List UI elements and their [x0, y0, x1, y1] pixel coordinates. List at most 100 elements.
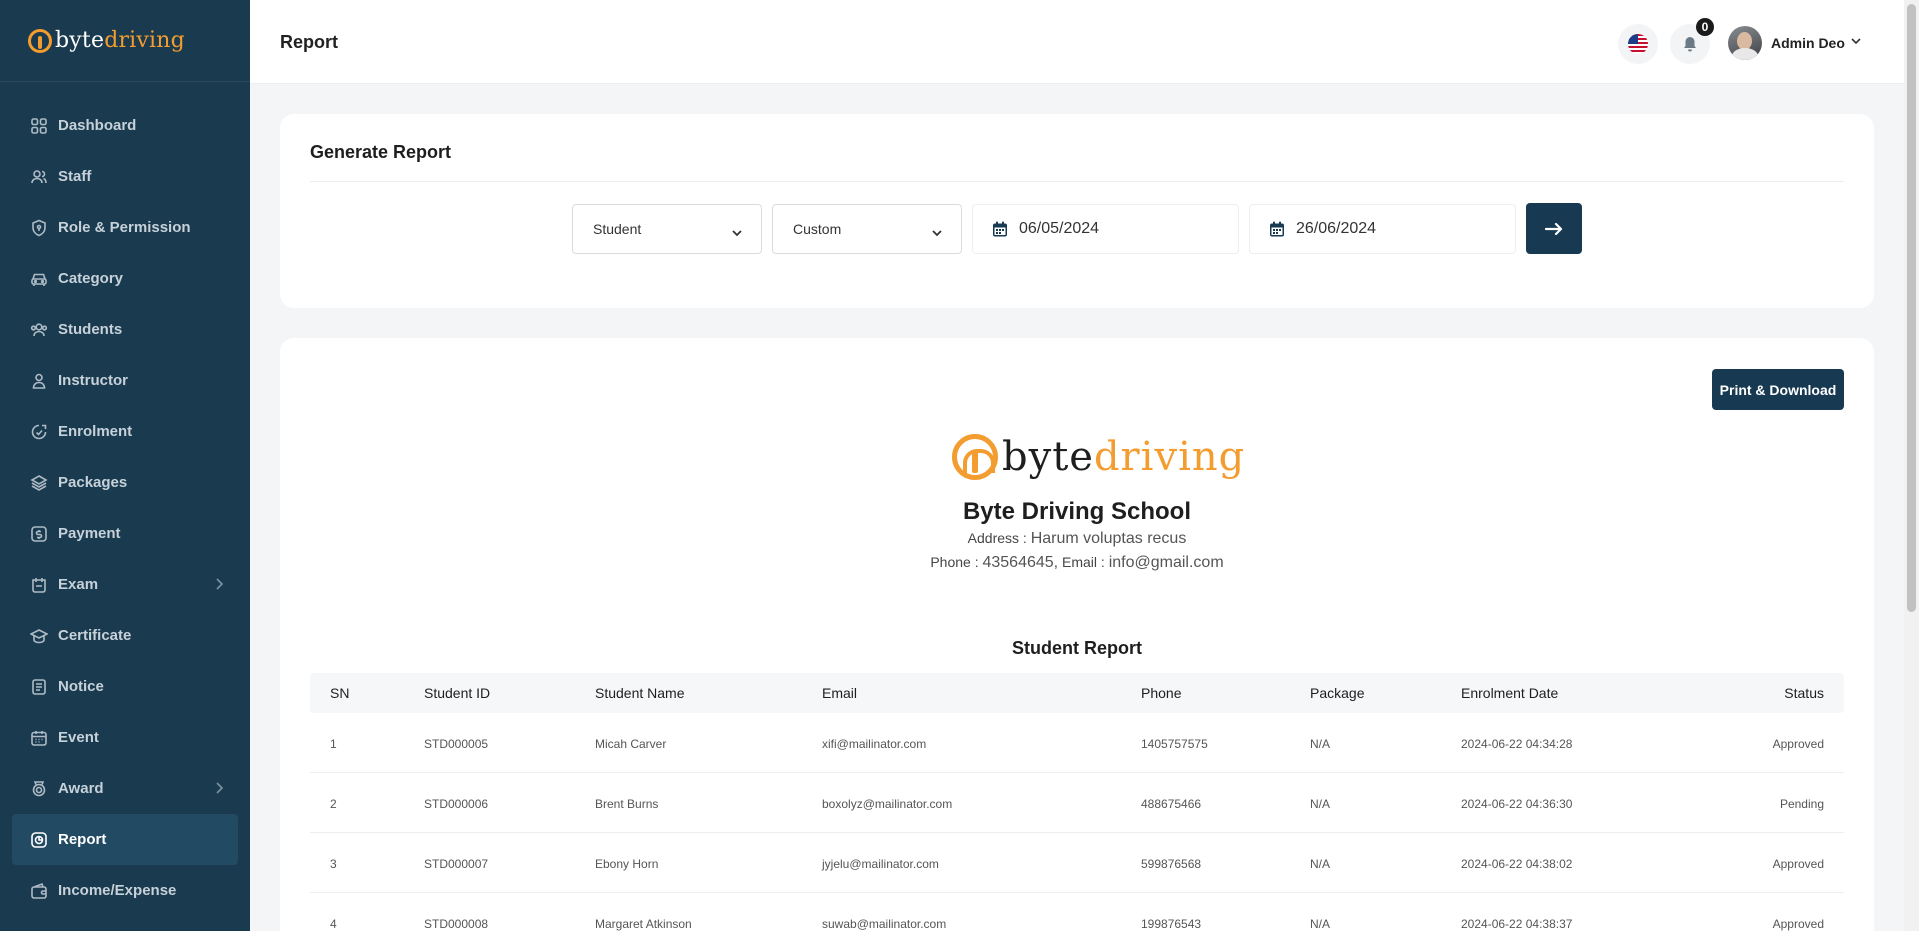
report-card: Print & Download bytedriving Byte Drivin…	[280, 338, 1874, 931]
sidebar-item-label: Role & Permission	[58, 219, 191, 236]
sidebar-item-label: Instructor	[58, 372, 129, 389]
date-from-field[interactable]: 06/05/2024	[972, 204, 1239, 254]
sidebar-item-label: Staff	[58, 168, 92, 185]
school-contact: Phone : 43564645, Email : info@gmail.com	[930, 554, 1224, 571]
user-name[interactable]: Admin Deo	[1771, 35, 1845, 51]
us-flag-icon	[1628, 34, 1648, 54]
chevron-right-icon	[214, 577, 224, 591]
users-icon	[30, 168, 48, 186]
sidebar-item-label: Award	[58, 780, 104, 797]
generate-report-title: Generate Report	[310, 142, 452, 162]
enrolment-icon	[30, 423, 48, 441]
report-type-value: Student	[593, 221, 642, 237]
sidebar-item-dashboard[interactable]: Dashboard	[0, 100, 250, 151]
exam-icon	[30, 576, 48, 594]
sidebar-item-payment[interactable]: Payment	[0, 508, 250, 559]
sidebar-item-category[interactable]: Category	[0, 253, 250, 304]
sidebar-item-label: Payment	[58, 525, 121, 542]
sidebar-item-label: Category	[58, 270, 124, 287]
column-header: Enrolment Date	[1461, 685, 1559, 701]
students-icon	[30, 321, 48, 339]
divider	[310, 181, 1844, 182]
page-title: Report	[280, 32, 338, 52]
sidebar-item-exam[interactable]: Exam	[0, 559, 250, 610]
report-title: Student Report	[1012, 638, 1142, 658]
sidebar-item-event[interactable]: Event	[0, 712, 250, 763]
column-header: SN	[330, 685, 350, 701]
sidebar-item-report[interactable]: Report	[12, 814, 238, 865]
sidebar-item-certificate[interactable]: Certificate	[0, 610, 250, 661]
column-header: Student ID	[424, 685, 491, 701]
notification-count-badge: 0	[1696, 18, 1714, 36]
report-icon	[30, 831, 48, 849]
logo-text: bytedriving	[55, 28, 185, 53]
date-range-select[interactable]: Custom	[772, 204, 962, 254]
sidebar-item-students[interactable]: Students	[0, 304, 250, 355]
dollar-icon	[30, 525, 48, 543]
language-button[interactable]	[1618, 24, 1658, 64]
sidebar: bytedriving Dashboard Staff Role & Permi…	[0, 0, 250, 931]
page-scrollbar[interactable]	[1904, 0, 1919, 931]
logo-wheel-icon	[28, 28, 52, 53]
avatar[interactable]	[1728, 26, 1762, 60]
shield-icon	[30, 219, 48, 237]
sidebar-item-label: Students	[58, 321, 123, 338]
chevron-down-icon	[931, 225, 943, 237]
sidebar-nav: Dashboard Staff Role & Permission Catego…	[0, 82, 250, 916]
generate-button[interactable]	[1526, 203, 1582, 254]
sidebar-item-label: Exam	[58, 576, 99, 593]
calendar-icon	[30, 729, 48, 747]
sidebar-logo[interactable]: bytedriving	[0, 0, 250, 82]
sidebar-item-packages[interactable]: Packages	[0, 457, 250, 508]
date-from-value: 06/05/2024	[1019, 220, 1100, 237]
car-icon	[30, 270, 48, 288]
school-name: Byte Driving School	[962, 498, 1192, 525]
scrollbar-thumb[interactable]	[1907, 4, 1916, 612]
sidebar-item-label: Report	[58, 831, 107, 848]
sidebar-item-label: Notice	[58, 678, 104, 695]
table-row: 1 STD000005 Micah Carver xifi@mailinator…	[310, 713, 1844, 773]
table-row: 2 STD000006 Brent Burns boxolyz@mailinat…	[310, 773, 1844, 833]
school-address: Address : Harum voluptas recus	[967, 530, 1187, 547]
layers-icon	[30, 474, 48, 492]
sidebar-item-label: Packages	[58, 474, 128, 491]
award-icon	[30, 780, 48, 798]
sidebar-item-notice[interactable]: Notice	[0, 661, 250, 712]
sidebar-item-label: Enrolment	[58, 423, 133, 440]
bell-icon	[1684, 37, 1696, 52]
calendar-icon	[1270, 221, 1284, 237]
table-row: 3 STD000007 Ebony Horn jyjelu@mailinator…	[310, 833, 1844, 893]
column-header: Package	[1310, 685, 1365, 701]
sidebar-item-enrolment[interactable]: Enrolment	[0, 406, 250, 457]
sidebar-item-staff[interactable]: Staff	[0, 151, 250, 202]
sidebar-item-label: Event	[58, 729, 99, 746]
top-header: Report 0 Admin Deo	[250, 0, 1904, 84]
table-header: SN Student ID Student Name Email Phone P…	[310, 673, 1844, 713]
dashboard-icon	[30, 117, 48, 135]
school-logo: bytedriving	[952, 432, 1245, 482]
column-header: Student Name	[595, 685, 685, 701]
column-header: Email	[822, 685, 858, 701]
table-row: 4 STD000008 Margaret Atkinson suwab@mail…	[310, 893, 1844, 931]
sidebar-item-label: Dashboard	[58, 117, 137, 134]
wallet-icon	[30, 882, 48, 900]
column-header: Phone	[1141, 685, 1182, 701]
report-type-select[interactable]: Student	[572, 204, 762, 254]
date-range-value: Custom	[793, 221, 842, 237]
sidebar-item-award[interactable]: Award	[0, 763, 250, 814]
chevron-down-icon[interactable]	[1850, 36, 1862, 46]
sidebar-item-role-permission[interactable]: Role & Permission	[0, 202, 250, 253]
graduation-cap-icon	[30, 627, 48, 645]
user-icon	[30, 372, 48, 390]
date-to-field[interactable]: 26/06/2024	[1249, 204, 1516, 254]
sidebar-item-instructor[interactable]: Instructor	[0, 355, 250, 406]
arrow-right-icon	[1545, 222, 1563, 235]
notice-icon	[30, 678, 48, 696]
sidebar-item-label: Certificate	[58, 627, 132, 644]
chevron-right-icon	[214, 781, 224, 795]
sidebar-item-label: Income/Expense	[58, 882, 177, 899]
date-to-value: 26/06/2024	[1296, 220, 1377, 237]
sidebar-item-income-expense[interactable]: Income/Expense	[0, 865, 250, 916]
column-header: Status	[1784, 685, 1824, 701]
print-download-button[interactable]: Print & Download	[1712, 369, 1844, 410]
